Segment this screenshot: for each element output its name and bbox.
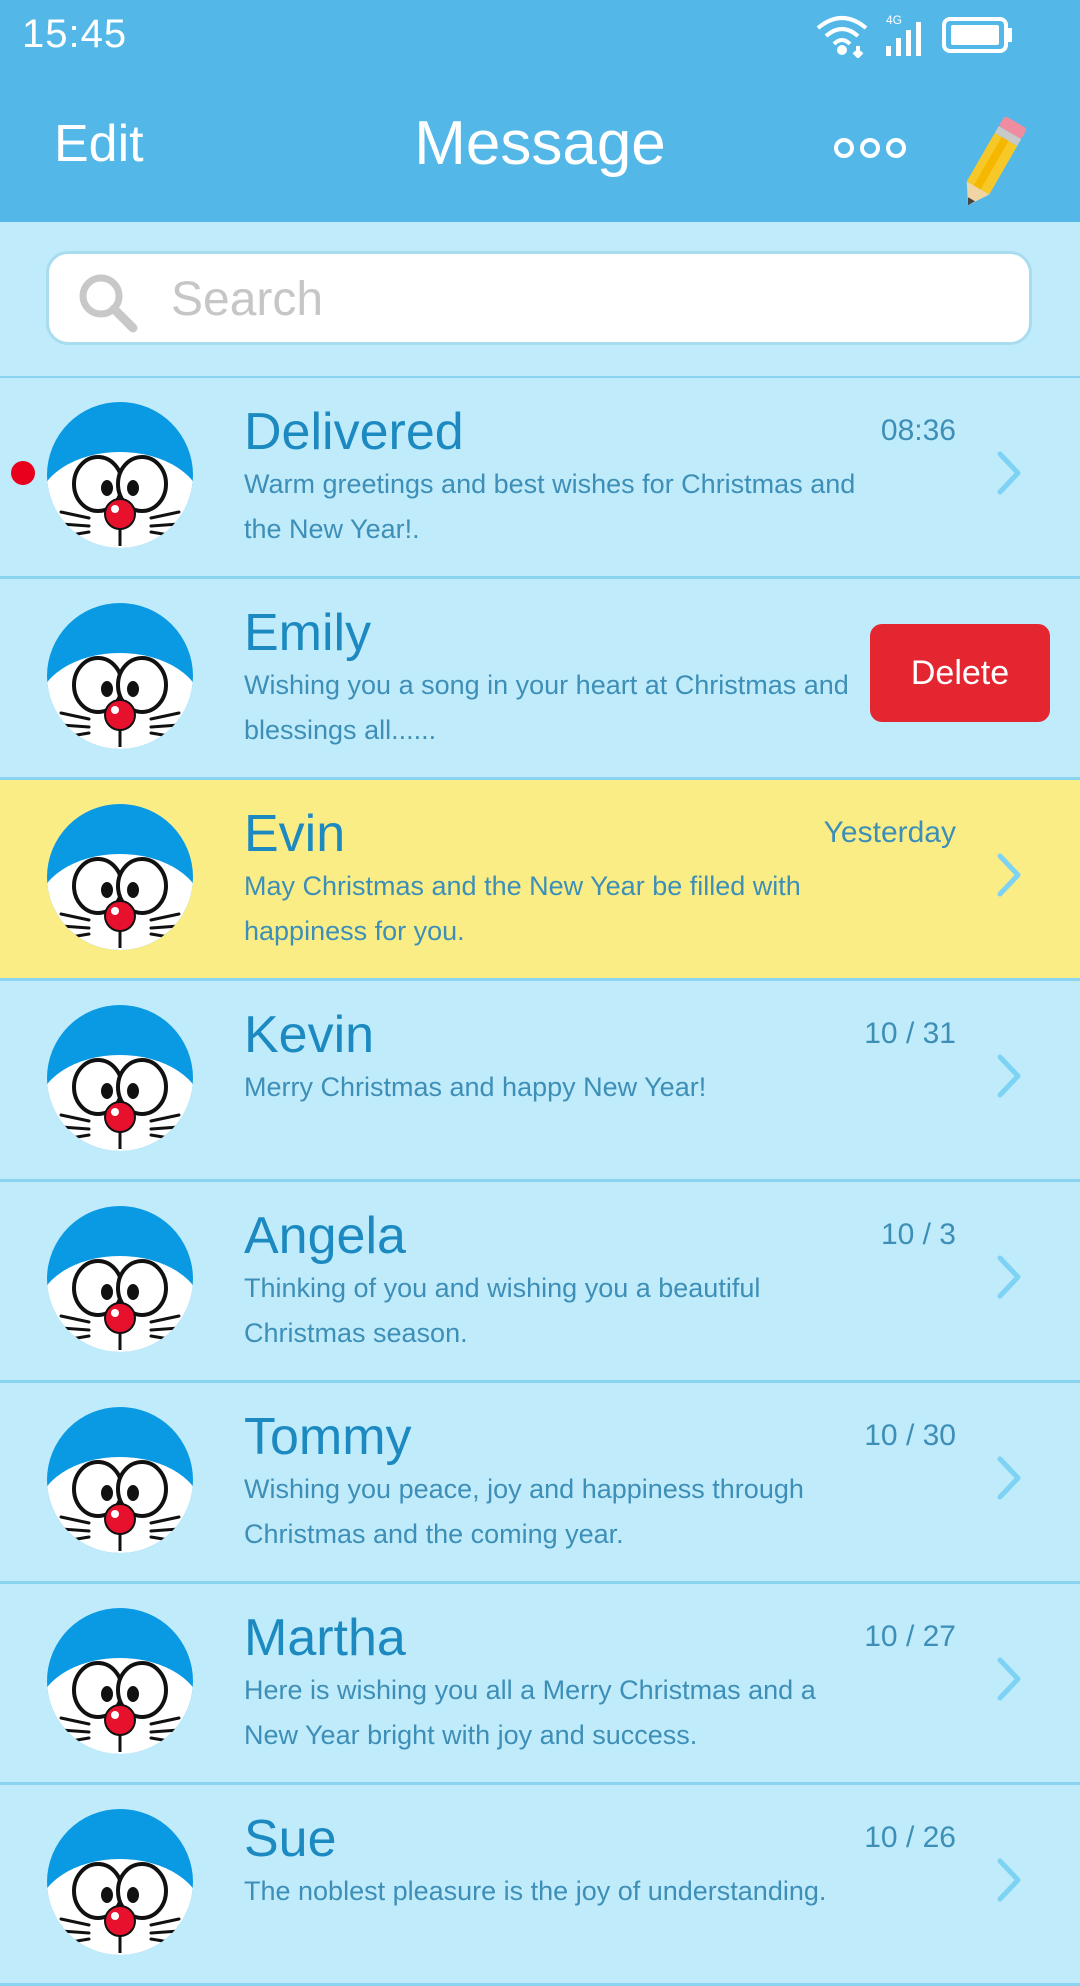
more-icon[interactable] (834, 136, 906, 160)
chevron-right-icon[interactable] (996, 450, 1022, 496)
avatar[interactable] (47, 1407, 193, 1553)
message-time: 10 / 31 (864, 1017, 956, 1050)
unread-dot (11, 461, 35, 485)
avatar[interactable] (47, 804, 193, 950)
chevron-right-icon[interactable] (996, 1053, 1022, 1099)
contact-name: Emily (244, 604, 372, 662)
conversation-row[interactable]: Martha 10 / 27 Here is wishing you all a M… (0, 1584, 1080, 1785)
contact-name: Tommy (244, 1408, 412, 1466)
message-preview: Wishing you a song in your heart at Chri… (244, 670, 849, 745)
chevron-right-icon[interactable] (996, 852, 1022, 898)
contact-name: Sue (244, 1810, 337, 1868)
chevron-right-icon[interactable] (996, 1656, 1022, 1702)
conversation-row[interactable]: Kevin 10 / 31 Merry Christmas and happy Ne… (0, 981, 1080, 1182)
message-preview: Warm greetings and best wishes for Chris… (244, 469, 856, 544)
message-preview: Thinking of you and wishing you a beauti… (244, 1273, 761, 1348)
signal-icon: 4G (886, 13, 921, 56)
conversation-row[interactable]: Delivered 08:36 Warm greetings and best wi… (0, 378, 1080, 579)
search-input[interactable] (169, 268, 993, 330)
avatar[interactable] (47, 402, 193, 548)
message-preview: May Christmas and the New Year be filled… (244, 871, 801, 946)
conversation-list: Delivered 08:36 Warm greetings and best wi… (0, 378, 1080, 1986)
contact-name: Delivered (244, 403, 464, 461)
conversation-row[interactable]: Angela 10 / 3 Thinking of you and wishing … (0, 1182, 1080, 1383)
avatar[interactable] (47, 1005, 193, 1151)
navigation-bar: Edit Message (0, 70, 1080, 222)
chevron-right-icon[interactable] (996, 1455, 1022, 1501)
message-time: 10 / 30 (864, 1419, 956, 1452)
delete-button[interactable]: Delete (870, 624, 1050, 722)
contact-name: Kevin (244, 1006, 375, 1064)
conversation-row[interactable]: Emily Wishing you a song in your heart at… (0, 579, 1080, 780)
message-preview: Here is wishing you all a Merry Christma… (244, 1675, 816, 1750)
contact-name: Martha (244, 1609, 406, 1667)
chevron-right-icon[interactable] (996, 1254, 1022, 1300)
status-bar: 15:45 4G (0, 0, 1080, 70)
status-icons: 4G (816, 13, 1012, 58)
message-preview: Wishing you peace, joy and happiness thr… (244, 1474, 804, 1549)
avatar[interactable] (47, 1608, 193, 1754)
message-time: 08:36 (880, 414, 956, 447)
network-type-label: 4G (886, 13, 902, 27)
message-time: 10 / 3 (880, 1218, 956, 1251)
contact-name: Angela (244, 1207, 406, 1265)
pencil-icon[interactable] (960, 106, 1026, 218)
conversation-row[interactable]: Evin Yesterday May Christmas and the New Y… (0, 780, 1080, 981)
message-time: Yesterday (823, 816, 956, 849)
search-icon (79, 274, 138, 333)
conversation-row[interactable]: Tommy 10 / 30 Wishing you peace, joy and h… (0, 1383, 1080, 1584)
conversation-row[interactable]: Sue 10 / 26 The noblest pleasure is the jo… (0, 1785, 1080, 1986)
avatar[interactable] (47, 1206, 193, 1352)
chevron-right-icon[interactable] (996, 1857, 1022, 1903)
search-box[interactable] (46, 251, 1032, 345)
battery-icon (942, 17, 1012, 53)
page-title: Message (414, 109, 666, 178)
contact-name: Evin (244, 805, 346, 863)
wifi-icon (816, 16, 868, 58)
avatar[interactable] (47, 603, 193, 749)
message-time: 10 / 27 (864, 1620, 956, 1653)
search-bar (0, 222, 1080, 379)
status-time: 15:45 (22, 12, 128, 56)
message-preview: The noblest pleasure is the joy of under… (244, 1876, 827, 1906)
message-preview: Merry Christmas and happy New Year! (244, 1072, 707, 1102)
avatar[interactable] (47, 1809, 193, 1955)
message-time: 10 / 26 (864, 1821, 956, 1854)
